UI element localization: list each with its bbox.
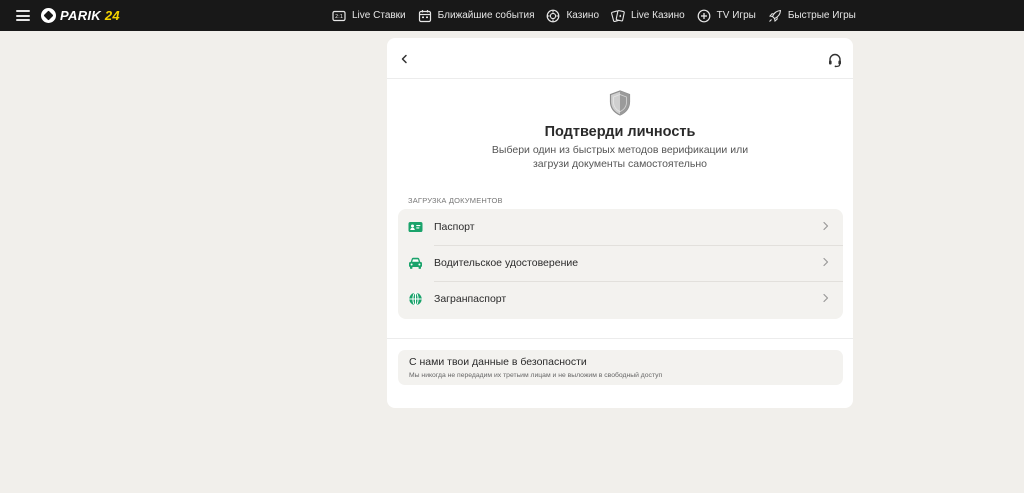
chevron-right-icon <box>823 293 829 303</box>
nav-live-casino[interactable]: Live Казино <box>611 9 685 23</box>
svg-text:2:1: 2:1 <box>335 14 343 20</box>
rocket-icon <box>768 9 781 22</box>
nav-live-bets[interactable]: 2:1 Live Ставки <box>332 9 406 23</box>
cards-icon <box>611 9 625 22</box>
nav-label: Быстрые Игры <box>787 10 856 21</box>
nav-label: Ближайшие события <box>437 10 535 21</box>
menu-icon[interactable] <box>16 10 30 21</box>
section-divider <box>387 338 853 339</box>
support-headset-icon[interactable] <box>827 52 843 68</box>
nav-label: Live Ставки <box>352 10 406 21</box>
data-safety-notice: С нами твои данные в безопасности Мы ник… <box>398 350 843 385</box>
verification-card: Подтверди личность Выбери один из быстры… <box>387 38 853 408</box>
car-icon <box>409 257 422 269</box>
nav-label: TV Игры <box>716 10 756 21</box>
chevron-right-icon <box>823 257 829 267</box>
nav-label: Казино <box>566 10 600 21</box>
casino-chip-icon <box>547 9 560 22</box>
page-subtitle: Выбери один из быстрых методов верификац… <box>491 144 749 170</box>
card-header <box>387 38 853 79</box>
nav-upcoming-events[interactable]: Ближайшие события <box>418 9 535 23</box>
id-card-icon <box>408 222 423 232</box>
document-label: Загранпаспорт <box>434 293 507 305</box>
shield-icon <box>609 90 631 116</box>
document-label: Водительское удостоверение <box>434 257 579 269</box>
calendar-icon <box>418 9 431 22</box>
nav-casino[interactable]: Казино <box>546 9 599 23</box>
document-item-drivers-license[interactable]: Водительское удостоверение <box>398 245 843 281</box>
globe-icon <box>409 292 422 306</box>
safety-text: Мы никогда не передадим их третьим лицам… <box>409 372 663 379</box>
tv-games-icon <box>697 9 711 22</box>
back-arrow-icon[interactable] <box>397 51 411 67</box>
logo[interactable]: PARIK 24 <box>41 8 120 23</box>
live-icon: 2:1 <box>332 10 346 21</box>
chevron-right-icon <box>823 221 829 231</box>
document-item-international-passport[interactable]: Загранпаспорт <box>398 281 843 317</box>
document-item-passport[interactable]: Паспорт <box>398 209 843 245</box>
logo-number: 24 <box>104 8 120 23</box>
safety-title: С нами твои данные в безопасности <box>409 356 587 368</box>
nav-fast-games[interactable]: Быстрые Игры <box>768 9 856 23</box>
nav-label: Live Казино <box>631 10 685 21</box>
page-title: Подтверди личность <box>544 124 696 140</box>
logo-text: PARIK <box>60 8 101 23</box>
main-nav: 2:1 Live Ставки Ближайшие события Казино… <box>332 0 856 31</box>
logo-ball-icon <box>41 8 56 23</box>
document-label: Паспорт <box>434 221 475 233</box>
nav-tv-games[interactable]: TV Игры <box>697 9 756 23</box>
top-navigation-bar: PARIK 24 2:1 Live Ставки Ближайшие событ… <box>0 0 1024 31</box>
section-label: ЗАГРУЗКА ДОКУМЕНТОВ <box>408 196 503 205</box>
document-list: Паспорт Водительское удостоверение Загра… <box>398 209 843 319</box>
